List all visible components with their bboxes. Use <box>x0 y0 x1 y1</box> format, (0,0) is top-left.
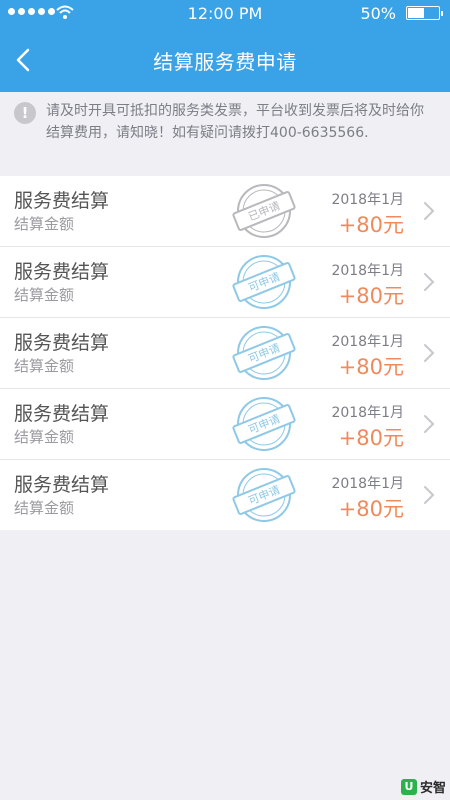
info-icon: ! <box>14 102 36 124</box>
row-amount: +80元 <box>338 284 404 308</box>
row-date: 2018年1月 <box>331 476 404 492</box>
page-title: 结算服务费申请 <box>153 50 297 74</box>
application-stamp-icon: 可申请 <box>232 255 296 309</box>
row-subtitle: 结算金额 <box>14 357 75 375</box>
application-stamp-icon: 可申请 <box>232 397 296 451</box>
list-item[interactable]: 服务费结算结算金额 可申请 2018年1月 +80元 <box>0 389 450 460</box>
notice-text: 请及时开具可抵扣的服务类发票，平台收到发票后将及时给你结算费用，请知晓！如有疑问… <box>46 103 424 141</box>
chevron-right-icon <box>424 273 435 291</box>
row-amount: +80元 <box>338 497 404 521</box>
chevron-right-icon <box>424 415 435 433</box>
watermark: U 安智 <box>400 777 446 796</box>
application-stamp-icon: 可申请 <box>232 468 296 522</box>
chevron-right-icon <box>424 202 435 220</box>
status-bar: 12:00 PM 50% <box>0 0 450 26</box>
list-item[interactable]: 服务费结算结算金额 可申请 2018年1月 +80元 <box>0 460 450 530</box>
application-stamp-icon: 可申请 <box>232 326 296 380</box>
row-amount: +80元 <box>338 355 404 379</box>
row-subtitle: 结算金额 <box>14 499 75 517</box>
row-title: 服务费结算 <box>14 332 110 354</box>
battery-icon <box>406 6 443 20</box>
row-amount: +80元 <box>338 426 404 450</box>
navigation-header: 12:00 PM 50% 结算服务费申请 <box>0 0 450 104</box>
row-subtitle: 结算金额 <box>14 286 75 304</box>
list-item[interactable]: 服务费结算结算金额 已申请 2018年1月 +80元 <box>0 176 450 247</box>
chevron-right-icon <box>424 344 435 362</box>
row-title: 服务费结算 <box>14 190 110 212</box>
row-subtitle: 结算金额 <box>14 215 75 233</box>
row-subtitle: 结算金额 <box>14 428 75 446</box>
battery-percent: 50% <box>360 4 396 23</box>
row-title: 服务费结算 <box>14 261 110 283</box>
row-title: 服务费结算 <box>14 403 110 425</box>
application-stamp-icon: 已申请 <box>232 184 296 238</box>
watermark-logo-icon: U <box>400 778 417 795</box>
row-date: 2018年1月 <box>331 263 404 279</box>
settlement-list: 服务费结算 结算金额 已申请 2018年1月 +80元 服务费结算 结算金额 可申请 2018年… <box>0 176 450 530</box>
list-item[interactable]: 服务费结算结算金额 可申请 2018年1月 +80元 <box>0 318 450 389</box>
list-item[interactable]: 服务费结算结算金额 可申请 2018年1月 +80元 <box>0 247 450 318</box>
row-date: 2018年1月 <box>331 405 404 421</box>
row-amount: +80元 <box>338 213 404 237</box>
row-date: 2018年1月 <box>331 334 404 350</box>
watermark-text: 安智 <box>419 781 446 796</box>
notice-banner: ! 请及时开具可抵扣的服务类发票，平台收到发票后将及时给你结算费用，请知晓！如有… <box>0 92 450 172</box>
row-title: 服务费结算 <box>14 474 110 496</box>
chevron-right-icon <box>424 486 435 504</box>
row-date: 2018年1月 <box>331 192 404 208</box>
